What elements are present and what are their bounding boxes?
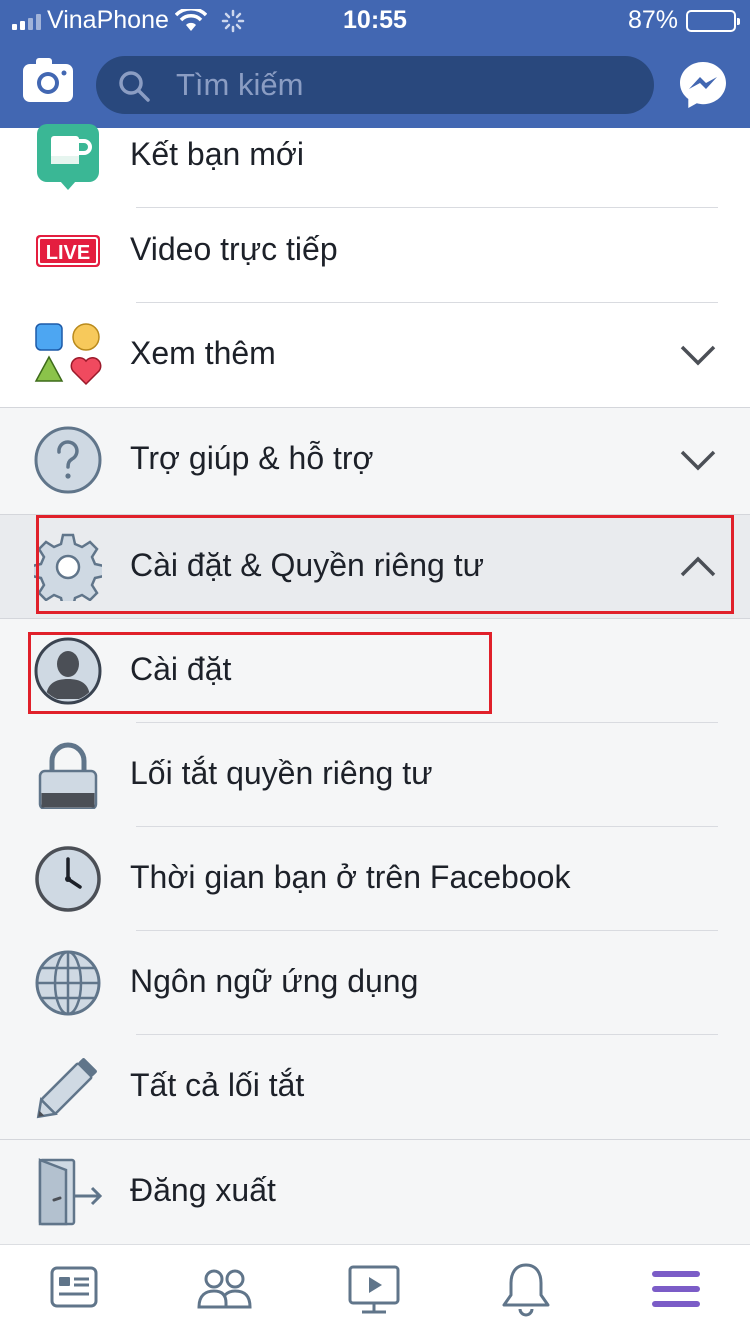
battery-percent: 87% [627, 6, 678, 34]
live-badge: LIVE [46, 242, 90, 264]
find-friends-icon [37, 124, 99, 190]
battery-icon [686, 9, 740, 32]
friends-icon[interactable] [194, 1259, 254, 1319]
help-icon [34, 426, 102, 494]
highlight-box-settings-privacy [36, 515, 734, 614]
menu-label: Video trực tiếp [130, 231, 338, 267]
search-placeholder: Tìm kiếm [176, 67, 304, 102]
highlight-box-settings [28, 632, 492, 714]
clock-icon [35, 846, 101, 912]
bottom-tab-bar [0, 1244, 750, 1334]
bell-icon[interactable] [496, 1259, 556, 1319]
pencil-icon [36, 1058, 97, 1119]
menu-label: Thời gian bạn ở trên Facebook [130, 859, 571, 895]
news-feed-icon[interactable] [44, 1259, 104, 1319]
battery: 87% [627, 6, 740, 35]
camera-icon[interactable] [22, 56, 74, 104]
menu-item-ngon-ngu[interactable]: Ngôn ngữ ứng dụng [0, 931, 750, 1035]
menu-item-tat-ca-loi-tat[interactable]: Tất cả lối tắt [0, 1035, 750, 1139]
messenger-icon[interactable] [678, 60, 728, 110]
menu-label: Xem thêm [130, 335, 276, 371]
search-icon [119, 71, 150, 102]
menu-item-ket-ban-moi[interactable]: Kết bạn mới [0, 104, 750, 208]
menu-label: Trợ giúp & hỗ trợ [130, 440, 374, 476]
see-more-icon [34, 323, 102, 386]
chevron-down-icon[interactable] [678, 442, 718, 478]
menu-item-loi-tat[interactable]: Lối tắt quyền riêng tư [0, 723, 750, 827]
menu-label: Kết bạn mới [130, 136, 304, 172]
menu-label: Ngôn ngữ ứng dụng [130, 963, 419, 999]
status-bar: VinaPhone 10:55 87% [0, 0, 750, 40]
menu-item-video-truc-tiep[interactable]: LIVE Video trực tiếp [0, 199, 750, 303]
live-video-icon: LIVE [36, 235, 100, 267]
lock-icon [38, 742, 98, 809]
watch-video-icon[interactable] [344, 1259, 404, 1319]
menu-label: Lối tắt quyền riêng tư [130, 755, 433, 791]
globe-icon [35, 950, 101, 1016]
menu-item-xem-them[interactable]: Xem thêm [0, 303, 750, 407]
menu-label: Đăng xuất [130, 1172, 276, 1208]
logout-icon [38, 1158, 102, 1226]
menu-item-tro-giup[interactable]: Trợ giúp & hỗ trợ [0, 408, 750, 514]
menu-item-thoi-gian[interactable]: Thời gian bạn ở trên Facebook [0, 827, 750, 931]
menu-icon[interactable] [646, 1259, 706, 1319]
menu-label: Tất cả lối tắt [130, 1067, 305, 1103]
menu-item-dang-xuat[interactable]: Đăng xuất [0, 1140, 750, 1244]
chevron-down-icon[interactable] [678, 337, 718, 373]
